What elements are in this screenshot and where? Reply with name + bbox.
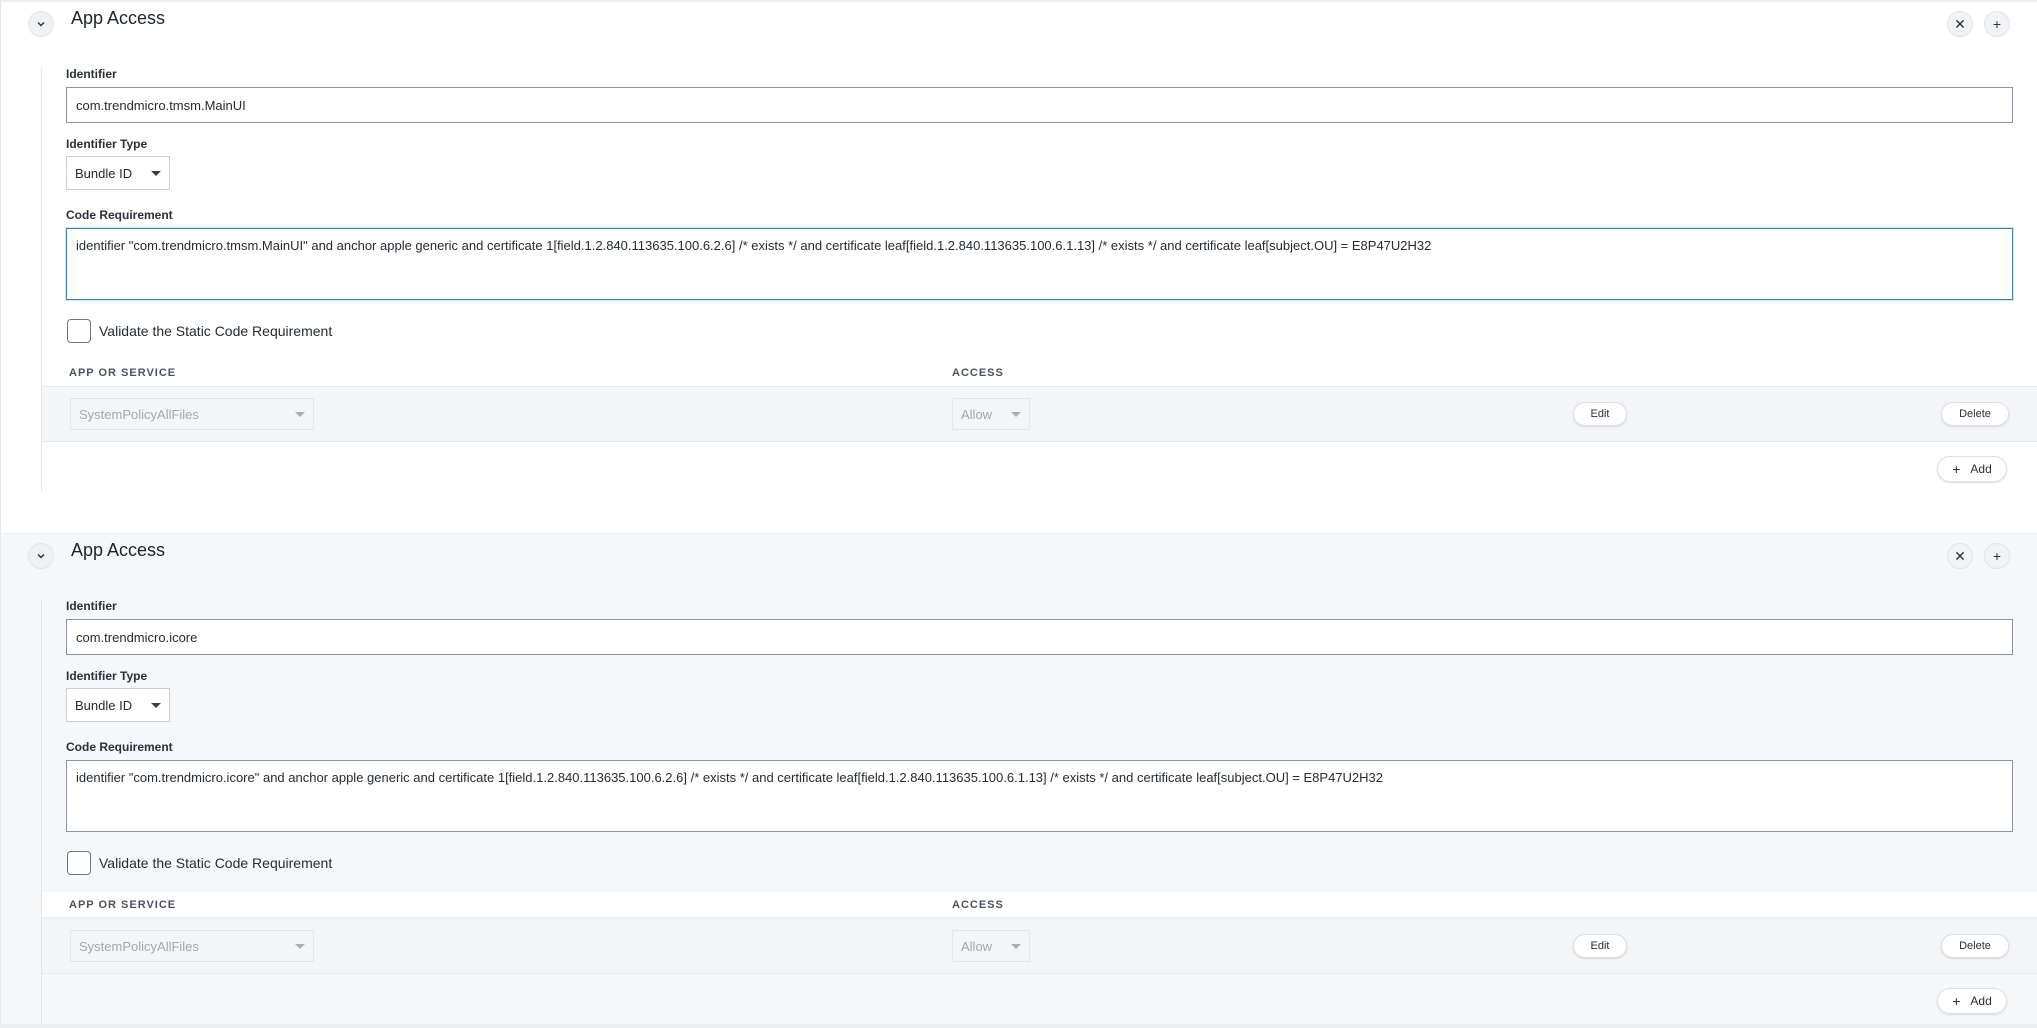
chevron-down-icon <box>37 554 45 559</box>
validate-checkbox-row[interactable]: Validate the Static Code Requirement <box>67 851 332 875</box>
code-requirement-label: Code Requirement <box>66 208 173 222</box>
access-select: Allow <box>952 398 1030 430</box>
add-label: Add <box>1970 994 1992 1008</box>
identifier-type-value: Bundle ID <box>75 165 133 181</box>
identifier-input[interactable]: com.trendmicro.icore <box>66 619 2013 655</box>
identifier-type-label: Identifier Type <box>66 669 148 683</box>
table-header <box>42 892 2037 916</box>
column-header-access: ACCESS <box>952 899 1004 911</box>
access-value: Allow <box>961 938 993 954</box>
plus-icon: + <box>1992 16 2002 32</box>
identifier-label: Identifier <box>66 599 117 613</box>
chevron-down-icon <box>37 22 45 27</box>
service-value: SystemPolicyAllFiles <box>79 406 199 422</box>
add-button[interactable]: + Add <box>1937 456 2007 482</box>
table-row: SystemPolicyAllFiles Allow Edit Delete <box>42 918 2037 974</box>
add-section-button[interactable]: + <box>1984 11 2010 37</box>
access-value: Allow <box>961 406 993 422</box>
remove-section-button[interactable]: ✕ <box>1947 11 1973 37</box>
caret-down-icon <box>295 943 305 949</box>
column-header-app-or-service: APP OR SERVICE <box>69 899 177 911</box>
identifier-label: Identifier <box>66 67 117 81</box>
code-requirement-value: identifier "com.trendmicro.tmsm.MainUI" … <box>76 238 1432 253</box>
close-icon: ✕ <box>1954 547 1966 564</box>
plus-icon: + <box>1992 548 2002 564</box>
add-section-button[interactable]: + <box>1984 543 2010 569</box>
validate-checkbox-row[interactable]: Validate the Static Code Requirement <box>67 319 332 343</box>
delete-button[interactable]: Delete <box>1941 402 2009 426</box>
section-title: App Access <box>71 540 166 560</box>
identifier-type-select[interactable]: Bundle ID <box>66 688 170 722</box>
plus-icon: + <box>1952 461 1961 477</box>
code-requirement-textarea[interactable]: identifier "com.trendmicro.icore" and an… <box>66 760 2013 832</box>
access-select: Allow <box>952 930 1030 962</box>
caret-down-icon <box>151 702 161 708</box>
collapse-button[interactable] <box>28 543 54 569</box>
identifier-value: com.trendmicro.tmsm.MainUI <box>76 97 246 113</box>
identifier-input[interactable]: com.trendmicro.tmsm.MainUI <box>66 87 2013 123</box>
code-requirement-value: identifier "com.trendmicro.icore" and an… <box>76 770 1384 785</box>
add-label: Add <box>1970 462 1992 476</box>
caret-down-icon <box>151 170 161 176</box>
validate-label: Validate the Static Code Requirement <box>99 855 333 871</box>
validate-checkbox[interactable] <box>67 851 91 875</box>
add-button[interactable]: + Add <box>1937 988 2007 1014</box>
edit-button[interactable]: Edit <box>1573 402 1627 426</box>
identifier-type-value: Bundle ID <box>75 697 133 713</box>
collapse-button[interactable] <box>28 11 54 37</box>
service-value: SystemPolicyAllFiles <box>79 938 199 954</box>
identifier-type-select[interactable]: Bundle ID <box>66 156 170 190</box>
identifier-type-label: Identifier Type <box>66 137 148 151</box>
caret-down-icon <box>295 411 305 417</box>
service-select: SystemPolicyAllFiles <box>70 398 314 430</box>
app-access-section-2: App Access ✕ + Identifier com.trendmicro… <box>0 533 2037 1028</box>
validate-checkbox[interactable] <box>67 319 91 343</box>
code-requirement-textarea[interactable]: identifier "com.trendmicro.tmsm.MainUI" … <box>66 228 2013 300</box>
close-icon: ✕ <box>1954 15 1966 32</box>
column-header-access: ACCESS <box>952 367 1004 379</box>
delete-button[interactable]: Delete <box>1941 934 2009 958</box>
section-title: App Access <box>71 8 166 28</box>
column-header-app-or-service: APP OR SERVICE <box>69 367 177 379</box>
plus-icon: + <box>1952 993 1961 1009</box>
validate-label: Validate the Static Code Requirement <box>99 323 333 339</box>
caret-down-icon <box>1011 943 1021 949</box>
service-select: SystemPolicyAllFiles <box>70 930 314 962</box>
remove-section-button[interactable]: ✕ <box>1947 543 1973 569</box>
caret-down-icon <box>1011 411 1021 417</box>
code-requirement-label: Code Requirement <box>66 740 173 754</box>
table-row: SystemPolicyAllFiles Allow Edit Delete <box>42 386 2037 442</box>
app-access-section-1: App Access ✕ + Identifier com.trendmicro… <box>0 0 2037 533</box>
identifier-value: com.trendmicro.icore <box>76 629 198 645</box>
bottom-edge <box>0 1024 2037 1028</box>
edit-button[interactable]: Edit <box>1573 934 1627 958</box>
